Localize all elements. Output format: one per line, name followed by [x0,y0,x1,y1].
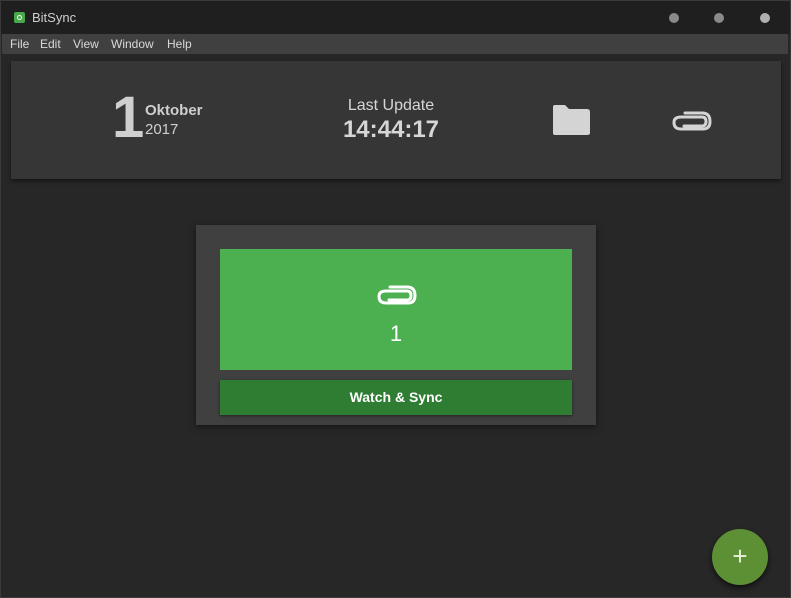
sync-tile[interactable]: 1 [220,249,572,370]
app-logo-icon [14,12,25,23]
menu-item-help[interactable]: Help [167,37,192,51]
file-count: 1 [389,321,403,346]
maximize-button[interactable] [714,13,724,23]
paperclip-icon[interactable] [670,110,712,132]
close-button[interactable] [760,13,770,23]
date-day: 1 [112,85,145,150]
menu-bar: File Edit View Window Help [2,34,788,54]
sync-card: 1 Watch & Sync [196,225,596,425]
watch-and-sync-button[interactable]: Watch & Sync [220,380,572,415]
menu-item-window[interactable]: Window [111,37,154,51]
add-button[interactable]: + [712,529,768,585]
paperclip-icon [377,285,417,305]
menu-item-file[interactable]: File [10,37,29,51]
folder-icon[interactable] [550,103,592,137]
app-window: BitSync File Edit View Window Help 1 Okt… [0,0,791,598]
date-month: Oktober [145,102,203,119]
menu-item-view[interactable]: View [73,37,99,51]
menu-item-edit[interactable]: Edit [40,37,61,51]
date-year: 2017 [145,121,179,138]
status-header-card: 1 Oktober 2017 Last Update 14:44:17 [11,61,781,179]
minimize-button[interactable] [669,13,679,23]
title-bar[interactable]: BitSync [1,1,790,35]
window-title: BitSync [32,10,77,25]
last-update-time: 14:44:17 [342,116,440,143]
last-update-label: Last Update [347,97,435,114]
